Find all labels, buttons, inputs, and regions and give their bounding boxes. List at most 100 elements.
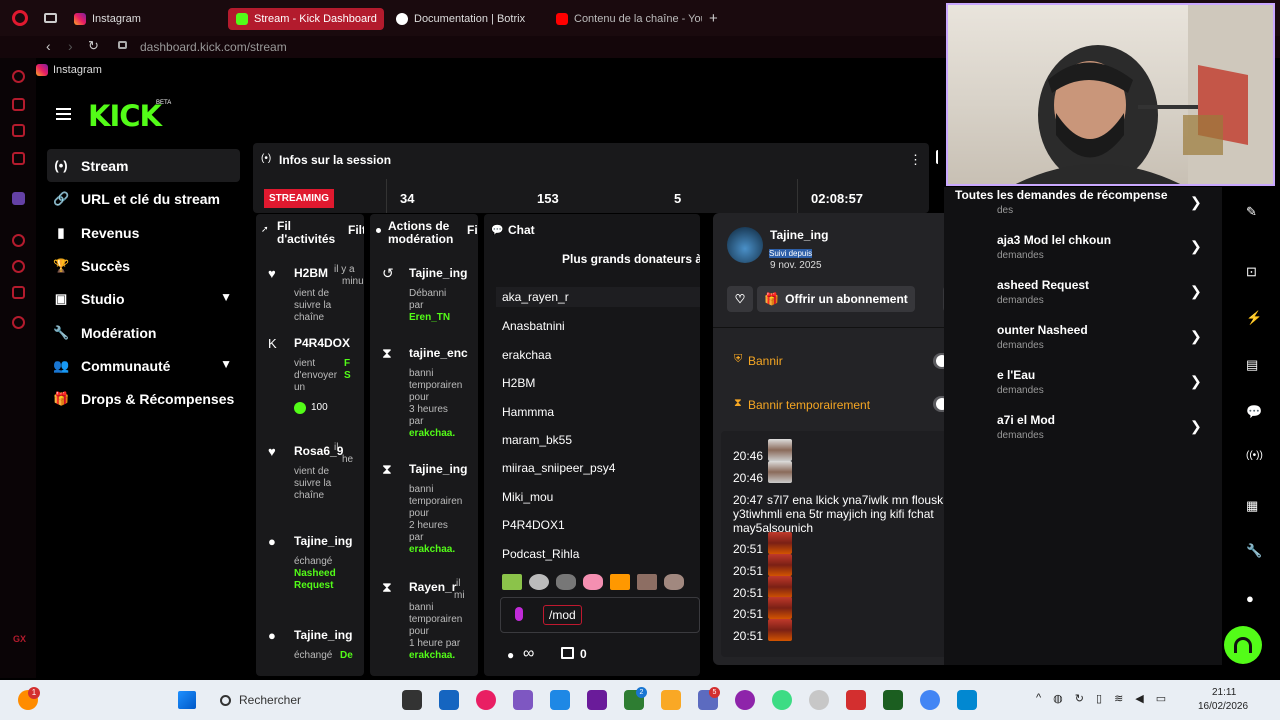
activity-username[interactable]: H2BM xyxy=(294,266,328,280)
reward-title[interactable]: a7i el Mod xyxy=(997,413,1055,427)
chat-input[interactable]: /mod xyxy=(500,597,700,633)
nav-item-6[interactable]: 👥 Communauté ▼ xyxy=(47,349,240,382)
session-collapse-handle[interactable] xyxy=(936,150,942,164)
chat-user-item[interactable]: aka_rayen_r xyxy=(496,287,700,307)
proton-icon[interactable] xyxy=(587,690,607,710)
explorer-icon[interactable] xyxy=(661,690,681,710)
new-tab-button[interactable]: + xyxy=(709,10,718,27)
activity-filter[interactable]: Filt xyxy=(348,224,364,237)
url-field[interactable]: dashboard.kick.com/stream xyxy=(140,40,287,54)
forward-icon[interactable]: › xyxy=(68,38,73,54)
messenger-icon[interactable] xyxy=(12,152,25,165)
emote-icon[interactable] xyxy=(637,574,657,590)
taskbar-search[interactable]: Rechercher xyxy=(212,686,382,714)
mod-actions-filter[interactable]: Fil xyxy=(467,224,478,237)
reward-title[interactable]: asheed Request xyxy=(997,278,1089,292)
support-button[interactable] xyxy=(1224,626,1262,664)
chat-user-item[interactable]: P4R4DOX1 xyxy=(502,518,565,532)
start-icon[interactable] xyxy=(178,691,196,709)
nav-item-0[interactable]: (•) Stream xyxy=(47,149,240,182)
sync-icon[interactable]: ↻ xyxy=(1075,692,1084,705)
chevron-right-icon[interactable]: ❯ xyxy=(1190,418,1202,435)
chrome-icon[interactable] xyxy=(920,690,940,710)
microphone-icon[interactable] xyxy=(515,607,523,621)
reload-icon[interactable]: ↻ xyxy=(88,38,99,54)
emote-icon[interactable] xyxy=(502,574,522,590)
settings-icon[interactable] xyxy=(12,316,25,329)
tab-kick-dashboard[interactable]: Stream - Kick Dashboard xyxy=(228,8,384,30)
opera-icon[interactable] xyxy=(735,690,755,710)
player-icon[interactable] xyxy=(12,234,25,247)
tab-youtube[interactable]: Contenu de la chaîne - You xyxy=(548,8,702,30)
mic-icon[interactable]: ▯ xyxy=(1096,692,1102,705)
aria-icon[interactable] xyxy=(12,70,25,83)
nav-item-7[interactable]: 🎁 Drops & Récompenses xyxy=(47,382,240,415)
obs-icon[interactable] xyxy=(846,690,866,710)
mod-action-username[interactable]: Rayen_r xyxy=(409,580,456,594)
chevron-right-icon[interactable]: ❯ xyxy=(1190,283,1202,300)
chevron-down-icon[interactable]: ▼ xyxy=(220,357,232,371)
battery-icon[interactable]: ▭ xyxy=(1156,692,1166,705)
photos-icon[interactable] xyxy=(439,690,459,710)
gift-sub-button[interactable]: 🎁 Offrir un abonnement xyxy=(757,286,915,312)
broadcast-icon[interactable]: ((•)) xyxy=(1246,450,1263,461)
copilot-icon[interactable] xyxy=(513,690,533,710)
favorite-button[interactable]: ♡ xyxy=(727,286,753,312)
tab-list-icon[interactable] xyxy=(44,13,57,23)
clock-date[interactable]: 16/02/2026 xyxy=(1198,701,1248,712)
rewards-header[interactable]: Toutes les demandes de récompense xyxy=(955,188,1168,202)
chevron-up-icon[interactable]: ^ xyxy=(1036,692,1041,705)
pin-icon[interactable]: ➚ xyxy=(261,224,269,235)
mod-action-username[interactable]: Tajine_ing xyxy=(409,462,467,476)
tab-instagram[interactable]: Instagram xyxy=(66,8,216,30)
workspace-icon[interactable] xyxy=(12,98,25,111)
back-icon[interactable]: ‹ xyxy=(46,38,51,54)
more-options-icon[interactable]: ⋮ xyxy=(909,152,922,168)
clock-time[interactable]: 21:11 xyxy=(1212,687,1236,698)
chat-user-item[interactable]: Hammma xyxy=(502,405,554,419)
store-icon[interactable] xyxy=(561,647,574,659)
chat-user-item[interactable]: miiraa_sniipeer_psy4 xyxy=(502,461,615,475)
app-icon[interactable] xyxy=(957,690,977,710)
mod-action-moderator[interactable]: erakchaa. xyxy=(409,544,455,556)
twitch-icon[interactable] xyxy=(12,192,25,205)
opera-air-icon[interactable] xyxy=(772,690,792,710)
emote-icon[interactable] xyxy=(583,574,603,590)
chevron-down-icon[interactable]: ▼ xyxy=(220,290,232,304)
terminal-icon[interactable] xyxy=(883,690,903,710)
points-icon[interactable]: ● xyxy=(1246,591,1254,606)
kick-logo[interactable]: KICK xyxy=(88,99,162,133)
points-icon[interactable]: ● xyxy=(507,648,514,662)
chat-user-item[interactable]: Podcast_Rihla xyxy=(502,547,579,561)
extensions-icon[interactable] xyxy=(12,286,25,299)
volume-icon[interactable]: ◀ xyxy=(1135,692,1143,705)
flow-icon[interactable] xyxy=(12,124,25,137)
popup-username[interactable]: Tajine_ing xyxy=(770,228,828,242)
emote-icon[interactable] xyxy=(610,574,630,590)
activity-username[interactable]: P4R4DOX xyxy=(294,336,350,350)
nav-item-3[interactable]: 🏆 Succès xyxy=(47,249,240,282)
chevron-right-icon[interactable]: ❯ xyxy=(1190,238,1202,255)
reward-title[interactable]: e l'Eau xyxy=(997,368,1035,382)
store-icon[interactable] xyxy=(550,690,570,710)
opera-gx-icon[interactable] xyxy=(476,690,496,710)
mod-action-moderator[interactable]: Eren_TN xyxy=(409,312,450,324)
chevron-right-icon[interactable]: ❯ xyxy=(1190,328,1202,345)
file-icon[interactable] xyxy=(402,690,422,710)
nav-item-5[interactable]: 🔧 Modération xyxy=(47,316,240,349)
nav-item-2[interactable]: ▮ Revenus xyxy=(47,216,240,249)
camera-icon[interactable]: ⊡ xyxy=(1246,264,1257,280)
chevron-right-icon[interactable]: ❯ xyxy=(1190,373,1202,390)
nav-item-1[interactable]: 🔗 URL et clé du stream xyxy=(47,182,240,215)
opera-logo-icon[interactable] xyxy=(12,10,28,26)
activity-username[interactable]: Tajine_ing xyxy=(294,534,352,548)
history-icon[interactable] xyxy=(12,260,25,273)
emote-icon[interactable] xyxy=(664,574,684,590)
mod-action-moderator[interactable]: erakchaa. xyxy=(409,428,455,440)
chat-icon[interactable]: 💬 xyxy=(1246,404,1262,420)
tab-botrix[interactable]: Documentation | Botrix xyxy=(388,8,546,30)
chat-user-item[interactable]: Anasbatnini xyxy=(502,319,565,333)
wifi-icon[interactable]: ≋ xyxy=(1114,692,1123,705)
network-app-icon[interactable]: ◍ xyxy=(1053,692,1063,705)
chevron-right-icon[interactable]: ❯ xyxy=(1190,194,1202,211)
